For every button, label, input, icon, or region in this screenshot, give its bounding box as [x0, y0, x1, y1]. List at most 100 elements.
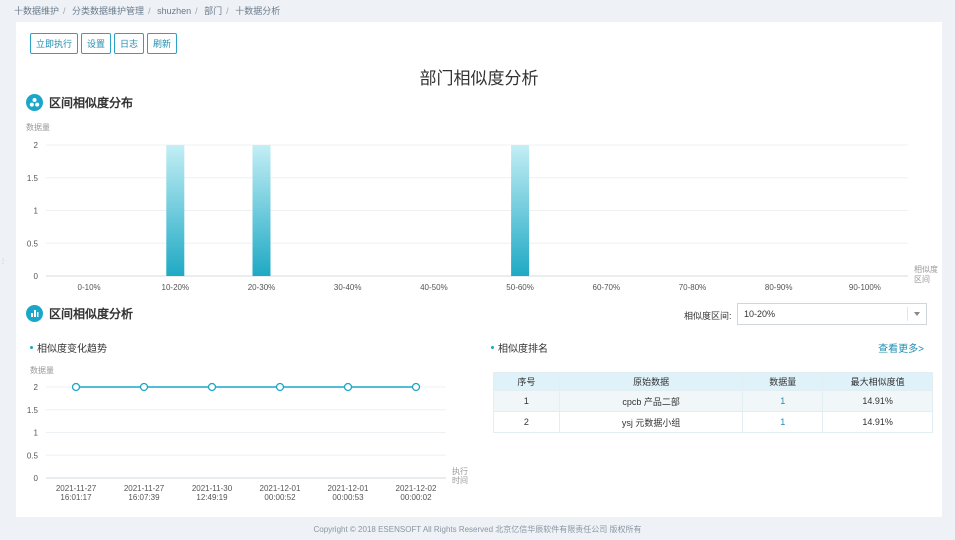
breadcrumb-item[interactable]: 分类数据维护管理 [72, 6, 144, 16]
range-select-value: 10-20% [744, 309, 776, 319]
x-axis-label: 时间 [452, 475, 468, 485]
x-tick-time: 12:49:19 [196, 493, 228, 502]
row-count-link[interactable]: 1 [742, 390, 824, 412]
section-distribution-title: 区间相似度分布 [49, 96, 134, 110]
breadcrumb-separator: / [226, 6, 229, 16]
y-tick-label: 1.5 [27, 174, 39, 183]
column-header[interactable]: 原始数据 [558, 372, 744, 391]
y-tick-label: 1 [34, 207, 39, 216]
breadcrumb-current: 十数据分析 [235, 6, 281, 16]
x-tick-label: 70-80% [679, 283, 707, 292]
y-tick-label: 1 [34, 429, 39, 438]
cluster-icon [26, 94, 43, 111]
select-divider [907, 307, 908, 321]
x-tick-date: 2021-11-27 [56, 484, 97, 493]
y-axis-label: 数据量 [30, 365, 54, 375]
range-select[interactable]: 10-20% [737, 303, 927, 325]
page-title: 部门相似度分析 [419, 69, 539, 88]
row-max-similarity: 14.91% [822, 411, 933, 433]
x-tick-date: 2021-11-27 [124, 484, 165, 493]
breadcrumb-item[interactable]: 十数据维护 [14, 6, 59, 16]
data-point [411, 382, 421, 392]
distribution-bar-chart: 数据量 0 0.5 1 1.5 2 0-10% 10-20% 20-30% 30-40% 40-50… [26, 122, 938, 292]
y-tick-label: 0 [34, 474, 39, 483]
x-axis-label: 区间 [914, 275, 930, 284]
x-tick-date: 2021-12-01 [328, 484, 369, 493]
x-tick-label: 50-60% [506, 283, 534, 292]
section-analysis-title: 区间相似度分析 [49, 307, 134, 321]
y-axis-label: 数据量 [26, 122, 50, 132]
x-tick-date: 2021-12-01 [260, 484, 301, 493]
trend-line-chart: 数据量00.511.522021-11-2716:01:172021-11-27… [27, 365, 468, 502]
bullet-icon [491, 346, 494, 349]
footer-copyright: Copyright © 2018 ESENSOFT All Rights Res… [313, 525, 642, 534]
section-distribution-header: 区间相似度分布 [26, 94, 133, 111]
bar [252, 145, 271, 276]
x-tick-label: 20-30% [248, 283, 276, 292]
y-tick-label: 0 [34, 272, 39, 281]
x-tick-time: 16:07:39 [128, 493, 160, 502]
y-tick-label: 1.5 [27, 406, 39, 415]
bar-chart-icon [26, 305, 43, 322]
table-row[interactable]: 2 ysj 元数据小组 1 14.91% [493, 411, 933, 433]
x-tick-time: 00:00:52 [264, 493, 296, 502]
breadcrumb-separator: / [63, 6, 66, 16]
column-header[interactable]: 数据量 [742, 372, 824, 391]
row-index: 2 [493, 411, 560, 433]
log-button[interactable]: 日志 [114, 33, 145, 54]
data-point [71, 382, 81, 392]
table-header-row: 序号 原始数据 数据量 最大相似度值 [493, 372, 933, 391]
column-header[interactable]: 最大相似度值 [822, 372, 933, 391]
x-tick-time: 00:00:53 [332, 493, 364, 502]
run-now-button[interactable]: 立即执行 [30, 33, 79, 54]
row-count-link[interactable]: 1 [742, 411, 824, 433]
column-header[interactable]: 序号 [493, 372, 560, 391]
y-tick-label: 2 [34, 141, 39, 150]
ranking-header: 相似度排名 [491, 340, 548, 355]
breadcrumb: 十数据维护 / 分类数据维护管理 / shuzhen / 部门 / 十数据分析 [14, 4, 284, 17]
x-axis-label: 执行 [452, 466, 468, 476]
x-axis-label: 相似度 [914, 264, 938, 274]
x-tick-label: 0-10% [78, 283, 101, 292]
bullet-icon [30, 346, 33, 349]
ranking-title: 相似度排名 [498, 344, 548, 355]
sidebar-collapse-handle[interactable]: ⋮ [0, 258, 6, 265]
breadcrumb-item[interactable]: shuzhen [157, 6, 191, 16]
settings-button[interactable]: 设置 [81, 33, 112, 54]
bar [511, 145, 530, 276]
refresh-button[interactable]: 刷新 [147, 33, 178, 54]
x-tick-label: 60-70% [593, 283, 621, 292]
x-tick-label: 30-40% [334, 283, 362, 292]
bar [166, 145, 185, 276]
y-tick-label: 2 [34, 383, 39, 392]
trend-title: 相似度变化趋势 [37, 344, 107, 355]
breadcrumb-item[interactable]: 部门 [204, 6, 222, 16]
row-source-data: ysj 元数据小组 [558, 411, 744, 433]
x-tick-time: 00:00:02 [400, 493, 432, 502]
row-max-similarity: 14.91% [822, 390, 933, 412]
view-more-link[interactable]: 查看更多> [878, 340, 924, 355]
x-tick-label: 90-100% [849, 283, 881, 292]
table-row[interactable]: 1 cpcb 产品二部 1 14.91% [493, 390, 933, 412]
breadcrumb-separator: / [148, 6, 151, 16]
breadcrumb-separator: / [195, 6, 198, 16]
toolbar: 立即执行 设置 日志 刷新 [30, 33, 178, 54]
data-point [139, 382, 149, 392]
data-point [275, 382, 285, 392]
row-source-data: cpcb 产品二部 [558, 390, 744, 412]
section-analysis-header: 区间相似度分析 [26, 305, 133, 322]
main-panel: 立即执行 设置 日志 刷新 部门相似度分析 区间相似度分布 数据量 0 0.5 1 1.… [16, 22, 942, 517]
chevron-down-icon[interactable] [914, 312, 920, 316]
x-tick-label: 40-50% [420, 283, 448, 292]
y-tick-label: 0.5 [27, 239, 39, 248]
x-tick-date: 2021-11-30 [192, 484, 233, 493]
row-index: 1 [493, 390, 560, 412]
x-tick-label: 10-20% [162, 283, 190, 292]
trend-header: 相似度变化趋势 [30, 340, 107, 355]
x-tick-date: 2021-12-02 [396, 484, 437, 493]
data-point [343, 382, 353, 392]
range-filter-label: 相似度区间: [684, 311, 732, 321]
x-tick-label: 80-90% [765, 283, 793, 292]
x-tick-time: 16:01:17 [60, 493, 92, 502]
y-tick-label: 0.5 [27, 451, 39, 460]
